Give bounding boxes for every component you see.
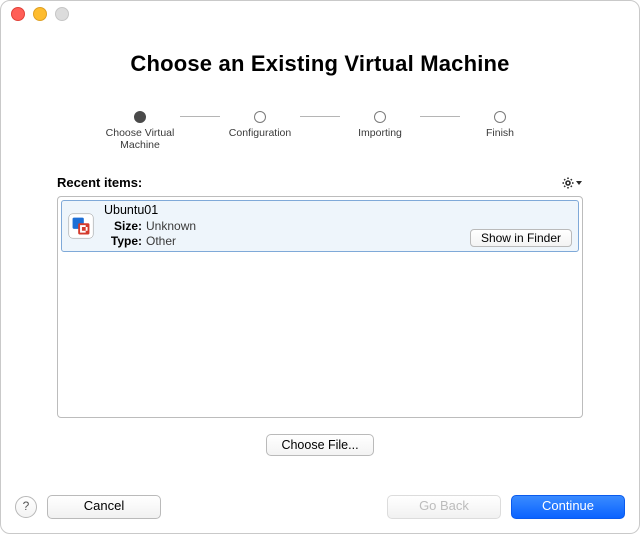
step-label: Choose Virtual Machine — [106, 127, 175, 151]
step-finish: Finish — [460, 111, 540, 139]
recent-item-size-label: Size: — [104, 219, 142, 234]
step-label: Importing — [358, 127, 402, 139]
step-label: Configuration — [229, 127, 291, 139]
recent-item-row[interactable]: Ubuntu01 Size: Unknown Type: Other Show … — [61, 200, 579, 252]
recent-items-label: Recent items: — [57, 175, 142, 190]
recent-item-name: Ubuntu01 — [104, 203, 572, 218]
recent-items-list: Ubuntu01 Size: Unknown Type: Other Show … — [57, 196, 583, 418]
vm-icon — [66, 211, 96, 241]
step-dot-active — [134, 111, 146, 123]
step-choose-vm: Choose Virtual Machine — [100, 111, 180, 151]
step-configuration: Configuration — [220, 111, 300, 139]
help-button[interactable]: ? — [15, 496, 37, 518]
wizard-footer: ? Cancel Go Back Continue — [1, 483, 639, 533]
import-wizard-window: Choose an Existing Virtual Machine Choos… — [0, 0, 640, 534]
recent-item-type-value: Other — [146, 234, 176, 249]
step-importing: Importing — [340, 111, 420, 139]
recent-item-size-value: Unknown — [146, 219, 196, 234]
step-dot — [254, 111, 266, 123]
recent-item-type-label: Type: — [104, 234, 142, 249]
choose-file-button[interactable]: Choose File... — [266, 434, 373, 456]
go-back-button: Go Back — [387, 495, 501, 519]
zoom-window-button — [55, 7, 69, 21]
gear-icon — [561, 176, 583, 190]
wizard-stepper: Choose Virtual Machine Configuration Imp… — [1, 111, 639, 151]
page-title: Choose an Existing Virtual Machine — [1, 51, 639, 77]
step-label: Finish — [486, 127, 514, 139]
recent-items-actions-menu[interactable] — [561, 176, 583, 190]
window-titlebar — [1, 1, 639, 27]
step-dot — [374, 111, 386, 123]
minimize-window-button[interactable] — [33, 7, 47, 21]
step-dot — [494, 111, 506, 123]
show-in-finder-button[interactable]: Show in Finder — [470, 229, 572, 247]
close-window-button[interactable] — [11, 7, 25, 21]
chevron-down-icon — [576, 181, 582, 185]
continue-button[interactable]: Continue — [511, 495, 625, 519]
cancel-button[interactable]: Cancel — [47, 495, 161, 519]
